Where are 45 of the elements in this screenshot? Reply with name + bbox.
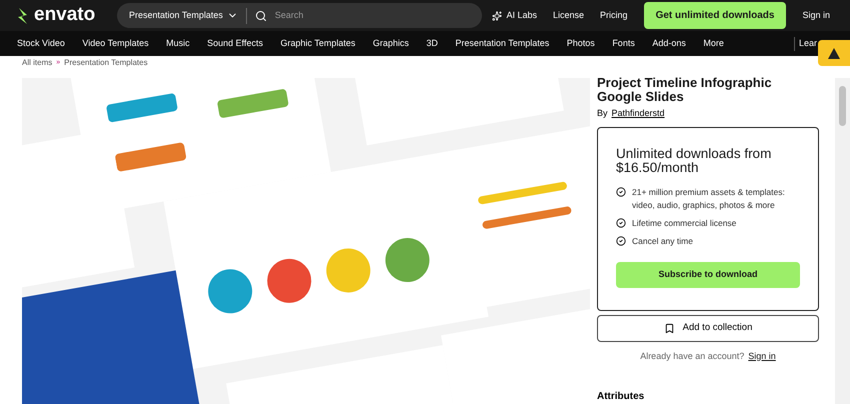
search-icon [254,10,267,22]
feature-text: Cancel any time [632,234,693,248]
get-downloads-button[interactable]: Get unlimited downloads [644,2,786,29]
nav-item[interactable]: Video Templates [82,36,149,50]
header-link[interactable]: License [553,8,584,22]
nav-item[interactable]: Graphics [372,36,409,50]
search-field[interactable]: Presentation Templates Search [117,3,482,28]
nav-item[interactable]: Presentation Templates [455,36,550,50]
sign-in-link[interactable]: Sign in [802,8,830,22]
nav-item[interactable]: Graphic Templates [280,36,356,50]
check-circle-icon [616,236,626,246]
offer-heading: Unlimited downloads from $16.50/month [616,146,772,174]
author-link[interactable]: Pathfinderstd [612,107,665,120]
nav-item[interactable]: Lear [799,36,818,50]
nav-item[interactable]: Music [166,36,190,50]
nav-item[interactable]: Photos [566,36,595,50]
logo[interactable]: envato [16,1,116,30]
attributes-heading: Attributes [597,390,646,404]
feature-text: 21+ million premium assets & templates: video, audio, graphics, photos & more [632,186,786,212]
header-link[interactable]: Pricing [600,8,628,22]
help-badge[interactable] [818,40,850,66]
add-to-collection-button[interactable]: Add to collection [597,315,819,342]
breadcrumb-link[interactable]: All items [22,57,52,69]
nav-item[interactable]: Fonts [612,36,635,50]
by-label: By [597,107,608,120]
header-link[interactable]: AI Labs [492,8,538,22]
subscribe-button[interactable]: Subscribe to download [616,262,800,288]
check-circle-icon [616,186,626,196]
check-circle-icon [616,218,626,228]
breadcrumb-link[interactable]: Presentation Templates [64,57,148,69]
nav-item[interactable]: More [703,36,724,50]
sparkle-icon [492,10,502,20]
category-select[interactable]: Presentation Templates [129,8,246,22]
feature-text: Lifetime commercial license [632,216,736,230]
leaf-icon [16,6,30,24]
nav-item[interactable]: Sound Effects [207,36,263,50]
sign-in-link[interactable]: Sign in [748,350,776,363]
bookmark-icon [664,322,675,334]
triangle-icon [828,48,840,58]
scroll-thumb[interactable] [839,86,846,126]
account-question: Already have an account? [640,350,744,363]
nav-item[interactable]: Add-ons [652,36,686,50]
nav-item[interactable]: 3D [426,36,438,50]
product-title: Project Timeline Infographic Google Slides [597,76,773,104]
nav-item[interactable]: Stock Video [17,36,65,50]
